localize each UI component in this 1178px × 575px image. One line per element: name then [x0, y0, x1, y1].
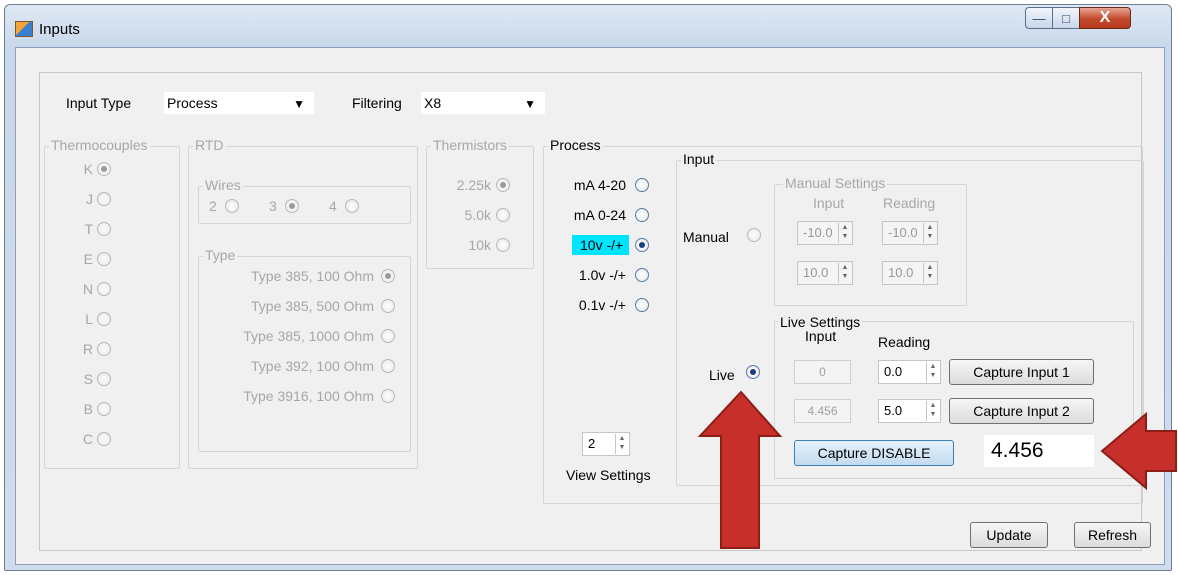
annotation-overlay — [697, 390, 1177, 549]
left-arrow-annotation — [1100, 411, 1177, 491]
up-arrow-annotation — [697, 390, 783, 549]
